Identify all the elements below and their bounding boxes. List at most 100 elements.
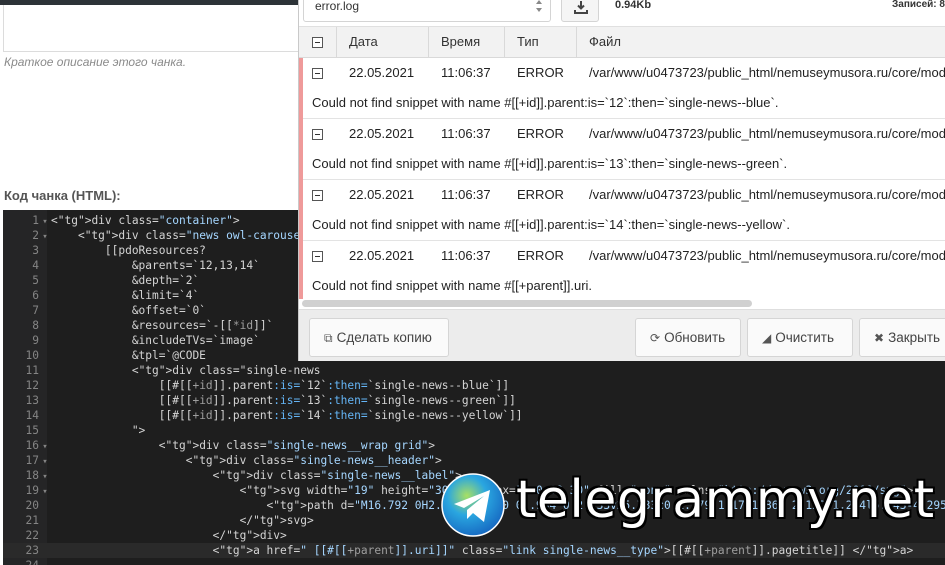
- row-message: Could not find snippet with name #[[+id]…: [312, 156, 788, 171]
- watermark: telegrammy.net: [440, 470, 945, 540]
- code-text: <"tg">a href=" [[#[[+parent]].uri]]" cla…: [51, 544, 914, 557]
- line-number: 8: [32, 319, 39, 332]
- log-row[interactable]: 22.05.2021 11:06:37 ERROR /var/www/u0473…: [299, 241, 945, 302]
- error-marker: [299, 180, 303, 241]
- row-collapse-icon[interactable]: [312, 129, 323, 140]
- line-number: 22: [25, 529, 39, 542]
- close-button-label: Закрыть: [888, 330, 941, 345]
- row-time: 11:06:37: [441, 126, 491, 141]
- download-button[interactable]: [561, 0, 599, 22]
- code-text: <"tg">div class="single-news__header">: [51, 454, 442, 467]
- row-type: ERROR: [517, 187, 564, 202]
- refresh-button[interactable]: ⟳ Обновить: [635, 318, 741, 357]
- code-text: [[#[[+id]].parent:is=`14`:then=`single-n…: [51, 409, 523, 422]
- row-message: Could not find snippet with name #[[+id]…: [312, 217, 790, 232]
- row-file: /var/www/u0473723/public_html/nemuseymus…: [589, 248, 945, 263]
- error-marker: [299, 119, 303, 180]
- row-collapse-icon[interactable]: [312, 68, 323, 79]
- code-text: <"tg">div class="single-news__wrap grid"…: [51, 439, 435, 452]
- close-icon: ✖: [874, 331, 885, 345]
- line-number: 18: [25, 469, 39, 482]
- log-row[interactable]: 22.05.2021 11:06:37 ERROR /var/www/u0473…: [299, 58, 945, 119]
- code-line[interactable]: 17 ▾ <"tg">div class="single-news__header…: [3, 453, 945, 468]
- eraser-icon: ◢: [762, 331, 772, 345]
- close-button[interactable]: ✖ Закрыть: [859, 318, 945, 357]
- code-text: <"tg">div class="single-news: [51, 364, 321, 377]
- refresh-button-label: Обновить: [664, 330, 726, 345]
- error-marker: [299, 241, 303, 302]
- code-text: [[#[[+id]].parent:is=`13`:then=`single-n…: [51, 394, 516, 407]
- column-file[interactable]: Файл: [577, 27, 945, 58]
- line-number: 23: [25, 544, 39, 557]
- row-date: 22.05.2021: [349, 248, 415, 263]
- line-number: 2: [32, 229, 39, 242]
- code-line[interactable]: 23 <"tg">a href=" [[#[[+parent]].uri]]" …: [3, 543, 945, 558]
- line-number: 15: [25, 424, 39, 437]
- code-line[interactable]: 12 [[#[[+id]].parent:is=`12`:then=`singl…: [3, 378, 945, 393]
- code-text: &resources=`-[[*id]]`: [51, 319, 274, 332]
- row-time: 11:06:37: [441, 248, 491, 263]
- log-footer: ⧉ Сделать копию ⟳ Обновить ◢ Очистить ✖ Закр…: [299, 309, 945, 361]
- line-number: 19: [25, 484, 39, 497]
- code-text: [[pdoResources?: [51, 244, 206, 257]
- row-date: 22.05.2021: [349, 65, 415, 80]
- copy-button[interactable]: ⧉ Сделать копию: [309, 318, 449, 357]
- column-date[interactable]: Дата: [337, 27, 429, 58]
- row-time: 11:06:37: [441, 65, 491, 80]
- scrollbar-thumb[interactable]: [302, 300, 752, 307]
- code-text: &limit=`4`: [51, 289, 200, 302]
- row-collapse-icon[interactable]: [312, 190, 323, 201]
- row-file: /var/www/u0473723/public_html/nemuseymus…: [589, 187, 945, 202]
- log-file-select-value: error.log: [315, 0, 360, 13]
- description-textarea[interactable]: [3, 5, 303, 52]
- code-line[interactable]: 11 <"tg">div class="single-news: [3, 363, 945, 378]
- description-hint: Краткое описание этого чанка.: [4, 55, 187, 69]
- row-collapse-icon[interactable]: [312, 251, 323, 262]
- code-line[interactable]: 13 [[#[[+id]].parent:is=`13`:then=`singl…: [3, 393, 945, 408]
- telegram-logo-icon: [441, 473, 505, 537]
- line-number: 20: [25, 499, 39, 512]
- row-message: Could not find snippet with name #[[+id]…: [312, 95, 779, 110]
- select-arrows-icon: [536, 0, 542, 12]
- log-rows: 22.05.2021 11:06:37 ERROR /var/www/u0473…: [299, 58, 945, 302]
- watermark-text: telegrammy.net: [516, 470, 935, 530]
- line-number: 5: [32, 274, 39, 287]
- line-number: 7: [32, 304, 39, 317]
- code-text: <"tg">div class="container">: [51, 214, 240, 227]
- line-number: 11: [25, 364, 39, 377]
- log-row[interactable]: 22.05.2021 11:06:37 ERROR /var/www/u0473…: [299, 180, 945, 241]
- code-line[interactable]: 14 [[#[[+id]].parent:is=`14`:then=`singl…: [3, 408, 945, 423]
- log-file-select[interactable]: error.log: [303, 0, 551, 22]
- line-number: 24: [3, 558, 39, 565]
- line-number: 17: [25, 454, 39, 467]
- clear-button[interactable]: ◢ Очистить: [747, 318, 853, 357]
- line-number: 12: [25, 379, 39, 392]
- column-type[interactable]: Тип: [505, 27, 577, 58]
- grid-header: Дата Время Тип Файл: [299, 27, 945, 58]
- horizontal-scrollbar[interactable]: [299, 299, 945, 309]
- code-line[interactable]: 15 ">: [3, 423, 945, 438]
- column-time[interactable]: Время: [429, 27, 505, 58]
- row-file: /var/www/u0473723/public_html/nemuseymus…: [589, 126, 945, 141]
- code-text: [[#[[+id]].parent:is=`12`:then=`single-n…: [51, 379, 510, 392]
- line-number: 3: [32, 244, 39, 257]
- line-number: 1: [32, 214, 39, 227]
- log-toolbar: error.log 0.94Kb Записей: 8: [299, 0, 945, 27]
- code-label: Код чанка (HTML):: [4, 188, 121, 203]
- line-number: 10: [25, 349, 39, 362]
- line-number: 9: [32, 334, 39, 347]
- file-size: 0.94Kb: [615, 0, 652, 11]
- row-type: ERROR: [517, 126, 564, 141]
- expand-all-toggle[interactable]: [299, 27, 337, 58]
- code-line[interactable]: 16 ▾ <"tg">div class="single-news__wrap g…: [3, 438, 945, 453]
- code-text: </"tg">svg>: [51, 514, 314, 527]
- row-date: 22.05.2021: [349, 187, 415, 202]
- line-number: 4: [32, 259, 39, 272]
- line-number: 16: [25, 439, 39, 452]
- records-count: Записей: 8: [892, 0, 945, 10]
- code-text: <"tg">div class="news owl-carousel": [51, 229, 314, 242]
- log-row[interactable]: 22.05.2021 11:06:37 ERROR /var/www/u0473…: [299, 119, 945, 180]
- code-line[interactable]: 24: [3, 558, 945, 565]
- copy-icon: ⧉: [324, 331, 333, 345]
- copy-button-label: Сделать копию: [336, 330, 432, 345]
